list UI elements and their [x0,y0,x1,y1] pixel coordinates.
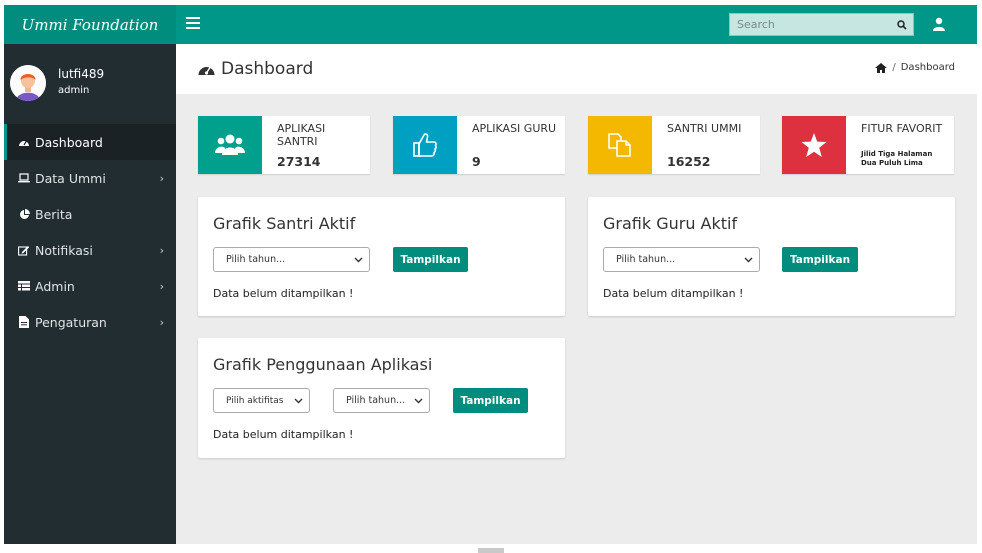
panel-title: Grafik Santri Aktif [213,214,356,233]
breadcrumb-separator: / [892,62,896,73]
brand-name: Ummi Foundation [21,15,159,34]
chevron-right-icon: › [159,244,164,257]
tampilkan-button[interactable]: Tampilkan [782,247,858,272]
dashboard-icon [198,67,215,75]
info-box-santri-ummi: SANTRI UMMI 16252 [588,116,760,174]
page-title: Dashboard [198,59,313,79]
horizontal-scrollbar[interactable] [478,548,504,553]
sidebar-item-label: Notifikasi [35,242,93,258]
search-icon[interactable] [891,14,913,35]
chevron-right-icon: › [159,280,164,293]
tampilkan-button[interactable]: Tampilkan [453,388,528,413]
panel-message: Data belum ditampilkan ! [603,287,744,300]
user-panel: lutfi489 admin [4,44,176,124]
info-box-subtext: Jilid Tiga Halaman Dua Puluh Lima [861,150,933,167]
home-icon[interactable] [875,62,888,73]
page-title-text: Dashboard [221,59,314,79]
tampilkan-button[interactable]: Tampilkan [393,247,468,272]
year-select[interactable]: Pilih tahun... [213,247,370,272]
file-icon [18,316,30,328]
sidebar-item-label: Dashboard [35,134,103,150]
copy-icon [588,116,652,174]
chevron-right-icon: › [159,172,164,185]
dashboard-icon [18,136,30,148]
panel-message: Data belum ditampilkan ! [213,428,354,441]
sidebar: lutfi489 admin Dashboard Data Ummi › Ber… [4,44,176,544]
info-box-label: APLIKASI GURU [472,122,557,135]
sidebar-item-dashboard[interactable]: Dashboard [4,124,176,160]
info-box-aplikasi-santri: APLIKASI SANTRI 27314 [198,116,370,174]
breadcrumb-current: Dashboard [900,62,955,73]
panel-message: Data belum ditampilkan ! [213,287,354,300]
year-select[interactable]: Pilih tahun... [333,388,430,413]
info-box-label: SANTRI UMMI [667,122,742,135]
search-box [729,13,914,36]
breadcrumb: / Dashboard [875,62,955,73]
sidebar-item-data-ummi[interactable]: Data Ummi › [4,160,176,196]
sidebar-item-pengaturan[interactable]: Pengaturan › [4,304,176,340]
hamburger-menu-icon[interactable] [186,17,200,29]
chevron-down-icon [744,257,753,263]
info-box-value: 27314 [277,154,321,169]
search-input[interactable] [730,14,891,35]
sidebar-item-label: Pengaturan [35,314,107,330]
sidebar-item-label: Data Ummi [35,170,106,186]
panel-title: Grafik Guru Aktif [603,214,738,233]
info-box-value: 16252 [667,154,711,169]
brand-logo[interactable]: Ummi Foundation [4,5,176,44]
info-box-value: 9 [472,154,481,169]
sidebar-item-label: Berita [35,206,73,222]
chevron-right-icon: › [159,316,164,329]
sidebar-item-notifikasi[interactable]: Notifikasi › [4,232,176,268]
laptop-icon [18,172,30,184]
info-box-fitur-favorit: FITUR FAVORIT Jilid Tiga Halaman Dua Pul… [782,116,954,174]
sidebar-menu: Dashboard Data Ummi › Berita Notifikasi [4,124,176,340]
avatar [10,65,46,101]
panel-grafik-aplikasi: Grafik Penggunaan Aplikasi Pilih aktifit… [198,338,565,458]
top-navbar [176,5,977,44]
pie-chart-icon [18,208,30,220]
info-box-aplikasi-guru: APLIKASI GURU 9 [393,116,565,174]
sidebar-item-label: Admin [35,278,75,294]
edit-icon [18,244,30,256]
app-window: Ummi Foundation lutfi48 [4,5,977,544]
sidebar-item-berita[interactable]: Berita [4,196,176,232]
thumbs-up-icon [393,116,457,174]
panel-grafik-guru: Grafik Guru Aktif Pilih tahun... Tampilk… [588,197,955,316]
activity-select[interactable]: Pilih aktifitas [213,388,310,413]
user-icon[interactable] [933,16,945,32]
year-select[interactable]: Pilih tahun... [603,247,760,272]
chevron-down-icon [414,398,423,404]
content-header: Dashboard / Dashboard [176,44,977,94]
chevron-down-icon [294,398,303,404]
sidebar-item-admin[interactable]: Admin › [4,268,176,304]
users-icon [198,116,262,174]
chevron-down-icon [354,257,363,263]
panel-title: Grafik Penggunaan Aplikasi [213,355,433,374]
table-icon [18,280,30,292]
star-icon [782,116,846,174]
panel-grafik-santri: Grafik Santri Aktif Pilih tahun... Tampi… [198,197,565,316]
info-box-label: APLIKASI SANTRI [277,122,326,148]
user-name: lutfi489 [58,67,105,81]
user-role: admin [58,85,90,96]
info-box-label: FITUR FAVORIT [861,122,943,135]
